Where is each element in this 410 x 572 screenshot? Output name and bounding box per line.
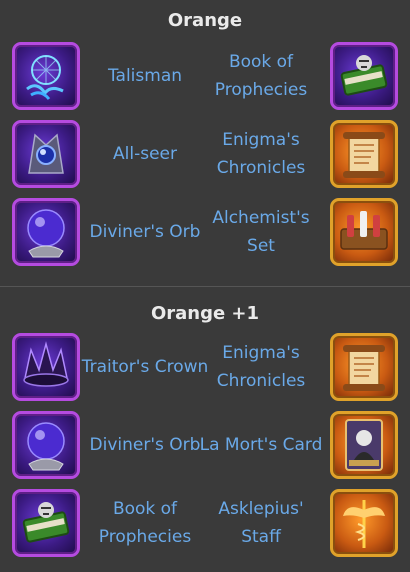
all-seer-icon[interactable] — [12, 120, 80, 188]
crystal-orb-icon[interactable] — [12, 198, 80, 266]
item-label: Book of Prophecies — [214, 52, 308, 100]
section-orange: Orange Talisman Book of Prophecies All-s… — [0, 0, 410, 286]
item-label: Enigma's Chronicles — [216, 130, 306, 178]
item-label: Diviner's Orb — [89, 435, 201, 455]
item-upgrade-panel: Orange Talisman Book of Prophecies All-s… — [0, 0, 410, 572]
item-label: Book of Prophecies — [98, 499, 192, 547]
alchemist-set-icon[interactable] — [330, 198, 398, 266]
winged-staff-icon[interactable] — [330, 489, 398, 557]
crystal-orb-icon[interactable] — [12, 411, 80, 479]
item-label: Enigma's Chronicles — [216, 343, 306, 391]
item-label: La Mort's Card — [199, 435, 323, 455]
item-row: Diviner's Orb Alchemist's Set — [0, 198, 410, 268]
item-row: Traitor's Crown Enigma's Chronicles — [0, 333, 410, 403]
item-row: All-seer Enigma's Chronicles — [0, 120, 410, 190]
death-card-icon[interactable] — [330, 411, 398, 479]
item-label: Traitor's Crown — [81, 357, 209, 377]
section-orange-plus-1: Orange +1 Traitor's Crown Enigma's Chron… — [0, 286, 410, 572]
item-row: Talisman Book of Prophecies — [0, 42, 410, 112]
item-label: Diviner's Orb — [89, 222, 201, 242]
item-row: Book of Prophecies Asklepius' Staff — [0, 489, 410, 559]
item-label: Asklepius' Staff — [218, 499, 304, 547]
section-title: Orange +1 — [150, 303, 260, 324]
item-label: Alchemist's Set — [212, 208, 310, 256]
dreamcatcher-talisman-icon[interactable] — [12, 42, 80, 110]
item-row: Diviner's Orb La Mort's Card — [0, 411, 410, 481]
scroll-icon[interactable] — [330, 333, 398, 401]
item-label: Talisman — [107, 66, 183, 86]
book-of-prophecies-icon[interactable] — [12, 489, 80, 557]
crown-icon[interactable] — [12, 333, 80, 401]
item-label: All-seer — [113, 144, 177, 164]
section-title: Orange — [167, 10, 243, 31]
book-of-prophecies-icon[interactable] — [330, 42, 398, 110]
scroll-icon[interactable] — [330, 120, 398, 188]
